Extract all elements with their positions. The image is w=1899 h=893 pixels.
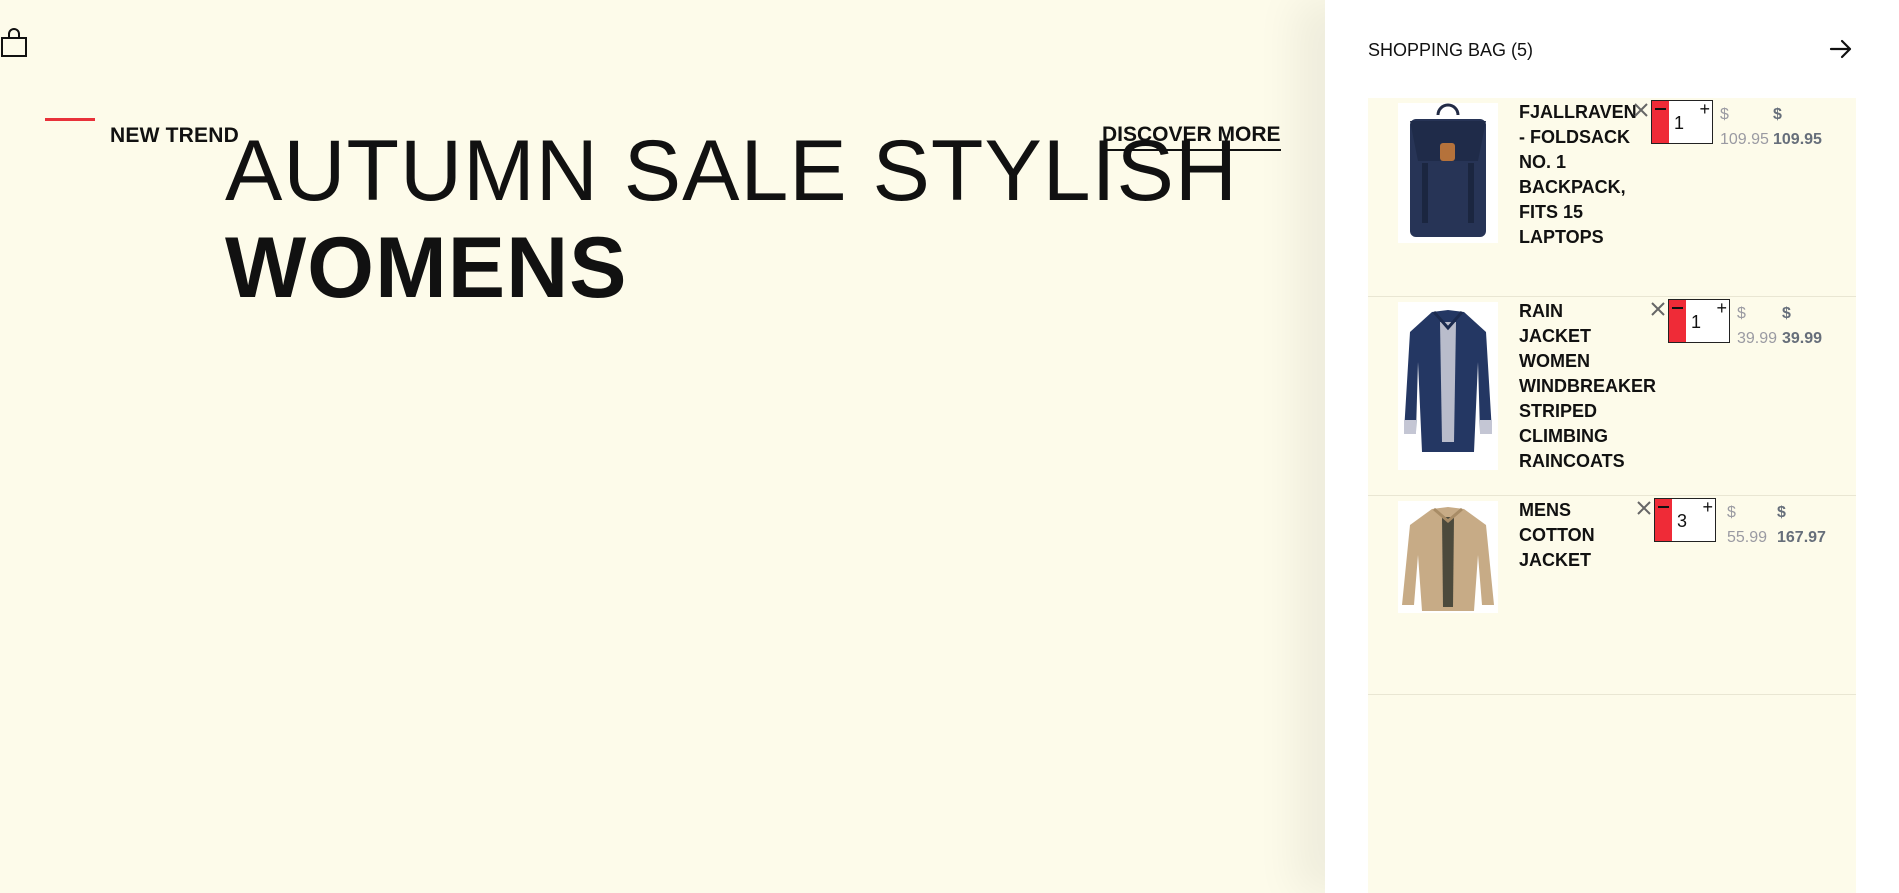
- total-price-value: 39.99: [1782, 330, 1823, 347]
- product-name[interactable]: FJALLRAVEN - FOLDSACK NO. 1 BACKPACK, FI…: [1519, 100, 1637, 250]
- currency-symbol: $: [1737, 305, 1746, 322]
- quantity-stepper[interactable]: 1 +: [1651, 100, 1713, 144]
- panel-header: SHOPPING BAG (5): [1368, 36, 1856, 99]
- unit-price: $ 55.99: [1727, 500, 1767, 550]
- total-price: $ 39.99: [1782, 301, 1822, 351]
- currency-symbol: $: [1773, 106, 1782, 123]
- cart-item: MENS COTTON JACKET 3 + $ 55.99 $ 167.97: [1368, 496, 1856, 695]
- minus-icon[interactable]: [1655, 499, 1672, 541]
- product-name[interactable]: MENS COTTON JACKET: [1519, 498, 1631, 573]
- total-price: $ 167.97: [1777, 500, 1826, 550]
- unit-price: $ 39.99: [1737, 301, 1777, 351]
- quantity-stepper[interactable]: 3 +: [1654, 498, 1716, 542]
- arrow-right-icon[interactable]: [1828, 36, 1854, 62]
- close-icon[interactable]: [1632, 101, 1650, 119]
- product-name[interactable]: RAIN JACKET WOMEN WINDBREAKER STRIPED CL…: [1519, 299, 1656, 474]
- plus-icon[interactable]: +: [1699, 100, 1710, 118]
- close-icon[interactable]: [1649, 300, 1667, 318]
- product-image-backpack[interactable]: [1398, 103, 1498, 243]
- discover-more-link[interactable]: DISCOVER MORE: [1102, 123, 1281, 151]
- cart-item: RAIN JACKET WOMEN WINDBREAKER STRIPED CL…: [1368, 297, 1856, 496]
- plus-icon[interactable]: +: [1702, 498, 1713, 516]
- minus-icon[interactable]: [1652, 101, 1669, 143]
- total-price-value: 167.97: [1777, 529, 1826, 546]
- plus-icon[interactable]: +: [1716, 299, 1727, 317]
- product-image-cotton-jacket[interactable]: [1398, 501, 1498, 613]
- unit-price: $ 109.95: [1720, 102, 1769, 152]
- hero-accent-line: [45, 118, 95, 121]
- currency-symbol: $: [1727, 504, 1736, 521]
- quantity-value: 1: [1691, 312, 1702, 332]
- quantity-value: 1: [1674, 113, 1685, 133]
- unit-price-value: 109.95: [1720, 131, 1769, 148]
- cart-item: FJALLRAVEN - FOLDSACK NO. 1 BACKPACK, FI…: [1368, 98, 1856, 297]
- hero-title: AUTUMN SALE STYLISH: [225, 123, 1238, 219]
- total-price: $ 109.95: [1773, 102, 1822, 152]
- unit-price-value: 55.99: [1727, 529, 1768, 546]
- currency-symbol: $: [1720, 106, 1729, 123]
- total-price-value: 109.95: [1773, 131, 1822, 148]
- product-image-rain-jacket[interactable]: [1398, 302, 1498, 470]
- hero-kicker: NEW TREND: [110, 124, 239, 147]
- hero-subtitle: WOMENS: [225, 220, 628, 316]
- unit-price-value: 39.99: [1737, 330, 1778, 347]
- quantity-stepper[interactable]: 1 +: [1668, 299, 1730, 343]
- cart-items: FJALLRAVEN - FOLDSACK NO. 1 BACKPACK, FI…: [1368, 98, 1856, 893]
- currency-symbol: $: [1777, 504, 1786, 521]
- quantity-value: 3: [1677, 511, 1688, 531]
- panel-title: SHOPPING BAG (5): [1368, 40, 1534, 60]
- close-icon[interactable]: [1635, 499, 1653, 517]
- currency-symbol: $: [1782, 305, 1791, 322]
- shopping-bag-icon[interactable]: [0, 28, 28, 58]
- shopping-bag-panel: SHOPPING BAG (5) FJALLRAVEN - FOLDSACK N…: [1325, 0, 1899, 893]
- minus-icon[interactable]: [1669, 300, 1686, 342]
